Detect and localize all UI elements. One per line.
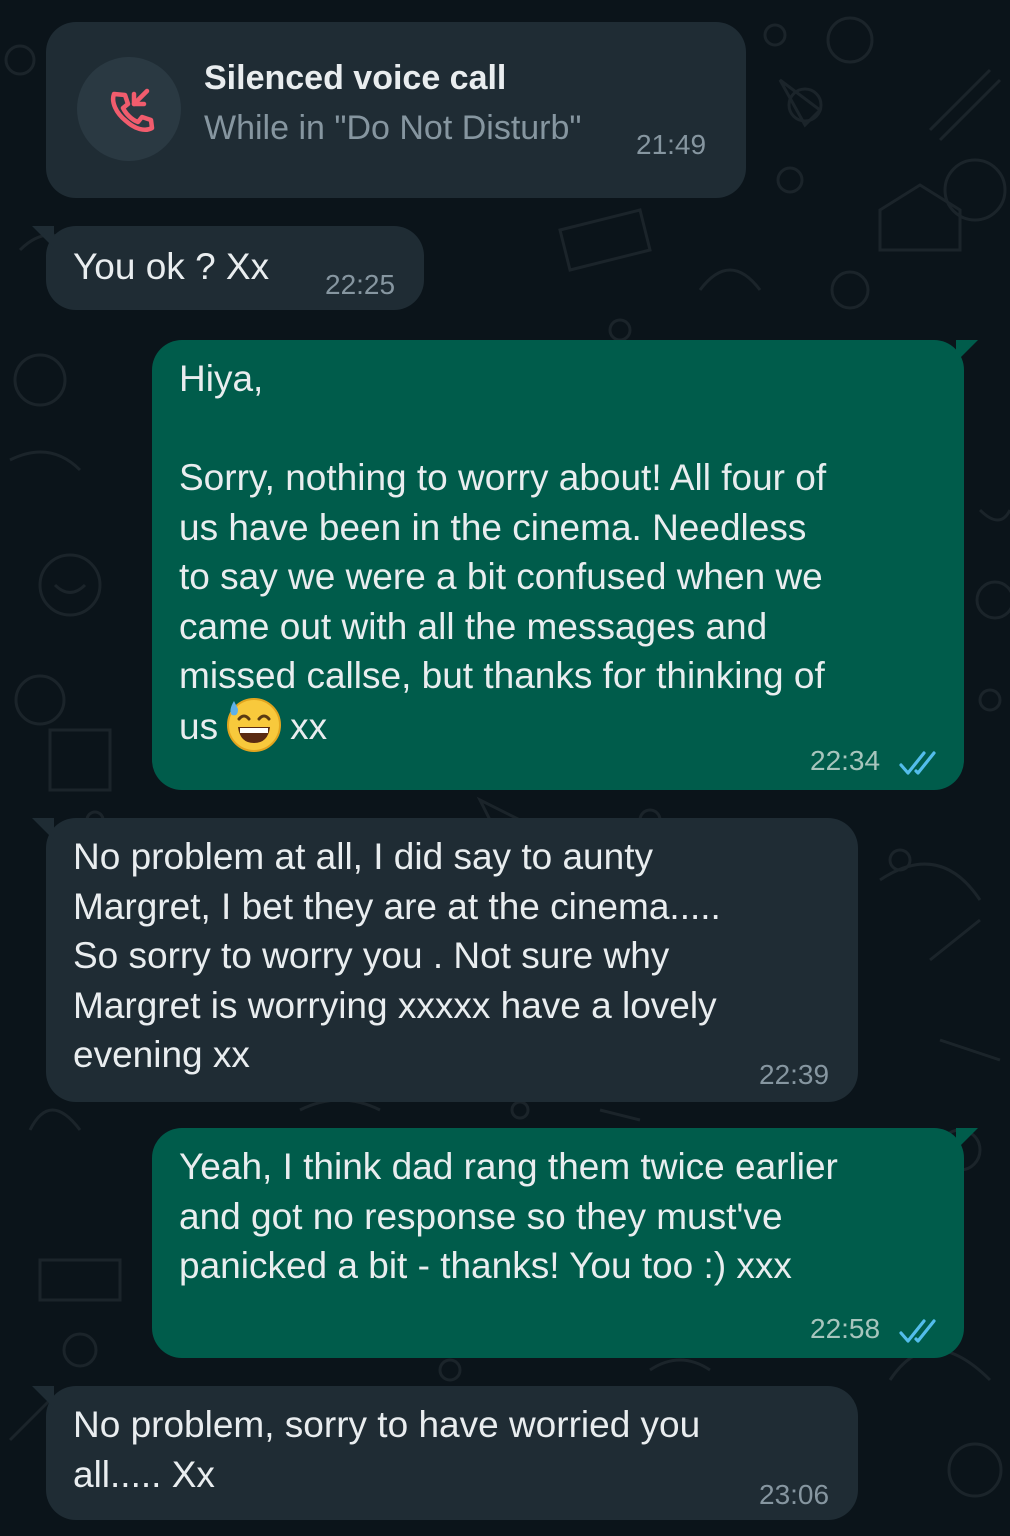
read-ticks-icon xyxy=(899,1319,936,1343)
message-time: 21:49 xyxy=(636,129,707,160)
message-time: 23:06 xyxy=(759,1479,830,1510)
message-time: 22:25 xyxy=(325,269,396,300)
incoming-message[interactable]: No problem at all, I did say to aunty Ma… xyxy=(32,818,858,1102)
chat-area[interactable]: Silenced voice call While in "Do Not Dis… xyxy=(0,0,1010,1536)
message-text-part: xx xyxy=(290,705,328,747)
silenced-call-title: Silenced voice call xyxy=(204,59,507,97)
message-text: You ok ? Xx xyxy=(73,246,270,287)
bubble-tail xyxy=(32,818,54,840)
message-time: 22:34 xyxy=(810,745,881,776)
silenced-call-subtitle: While in "Do Not Disturb" xyxy=(204,109,582,147)
message-text: Hiya, Sorry, nothing to worry about! All… xyxy=(179,354,826,757)
outgoing-message[interactable]: Hiya, Sorry, nothing to worry about! All… xyxy=(152,340,978,790)
message-time: 22:39 xyxy=(759,1059,830,1090)
read-ticks-icon xyxy=(899,751,936,775)
missed-call-icon xyxy=(77,57,181,161)
bubble-tail xyxy=(32,1386,54,1408)
outgoing-message[interactable]: Yeah, I think dad rang them twice earlie… xyxy=(152,1128,978,1358)
bubble-tail xyxy=(32,226,54,248)
message-text-part: Hiya, Sorry, nothing to worry about! All… xyxy=(179,358,827,747)
incoming-message[interactable]: You ok ? Xx 22:25 xyxy=(32,226,424,310)
message-text: Yeah, I think dad rang them twice earlie… xyxy=(179,1146,838,1286)
incoming-message[interactable]: No problem, sorry to have worried you al… xyxy=(32,1386,858,1520)
message-time: 22:58 xyxy=(810,1313,881,1344)
bubble-tail xyxy=(956,340,978,362)
bubble-tail xyxy=(956,1128,978,1150)
message-text: No problem at all, I did say to aunty Ma… xyxy=(73,836,721,1075)
message-text: No problem, sorry to have worried you al… xyxy=(73,1404,701,1495)
grinning-sweat-emoji xyxy=(227,697,282,752)
